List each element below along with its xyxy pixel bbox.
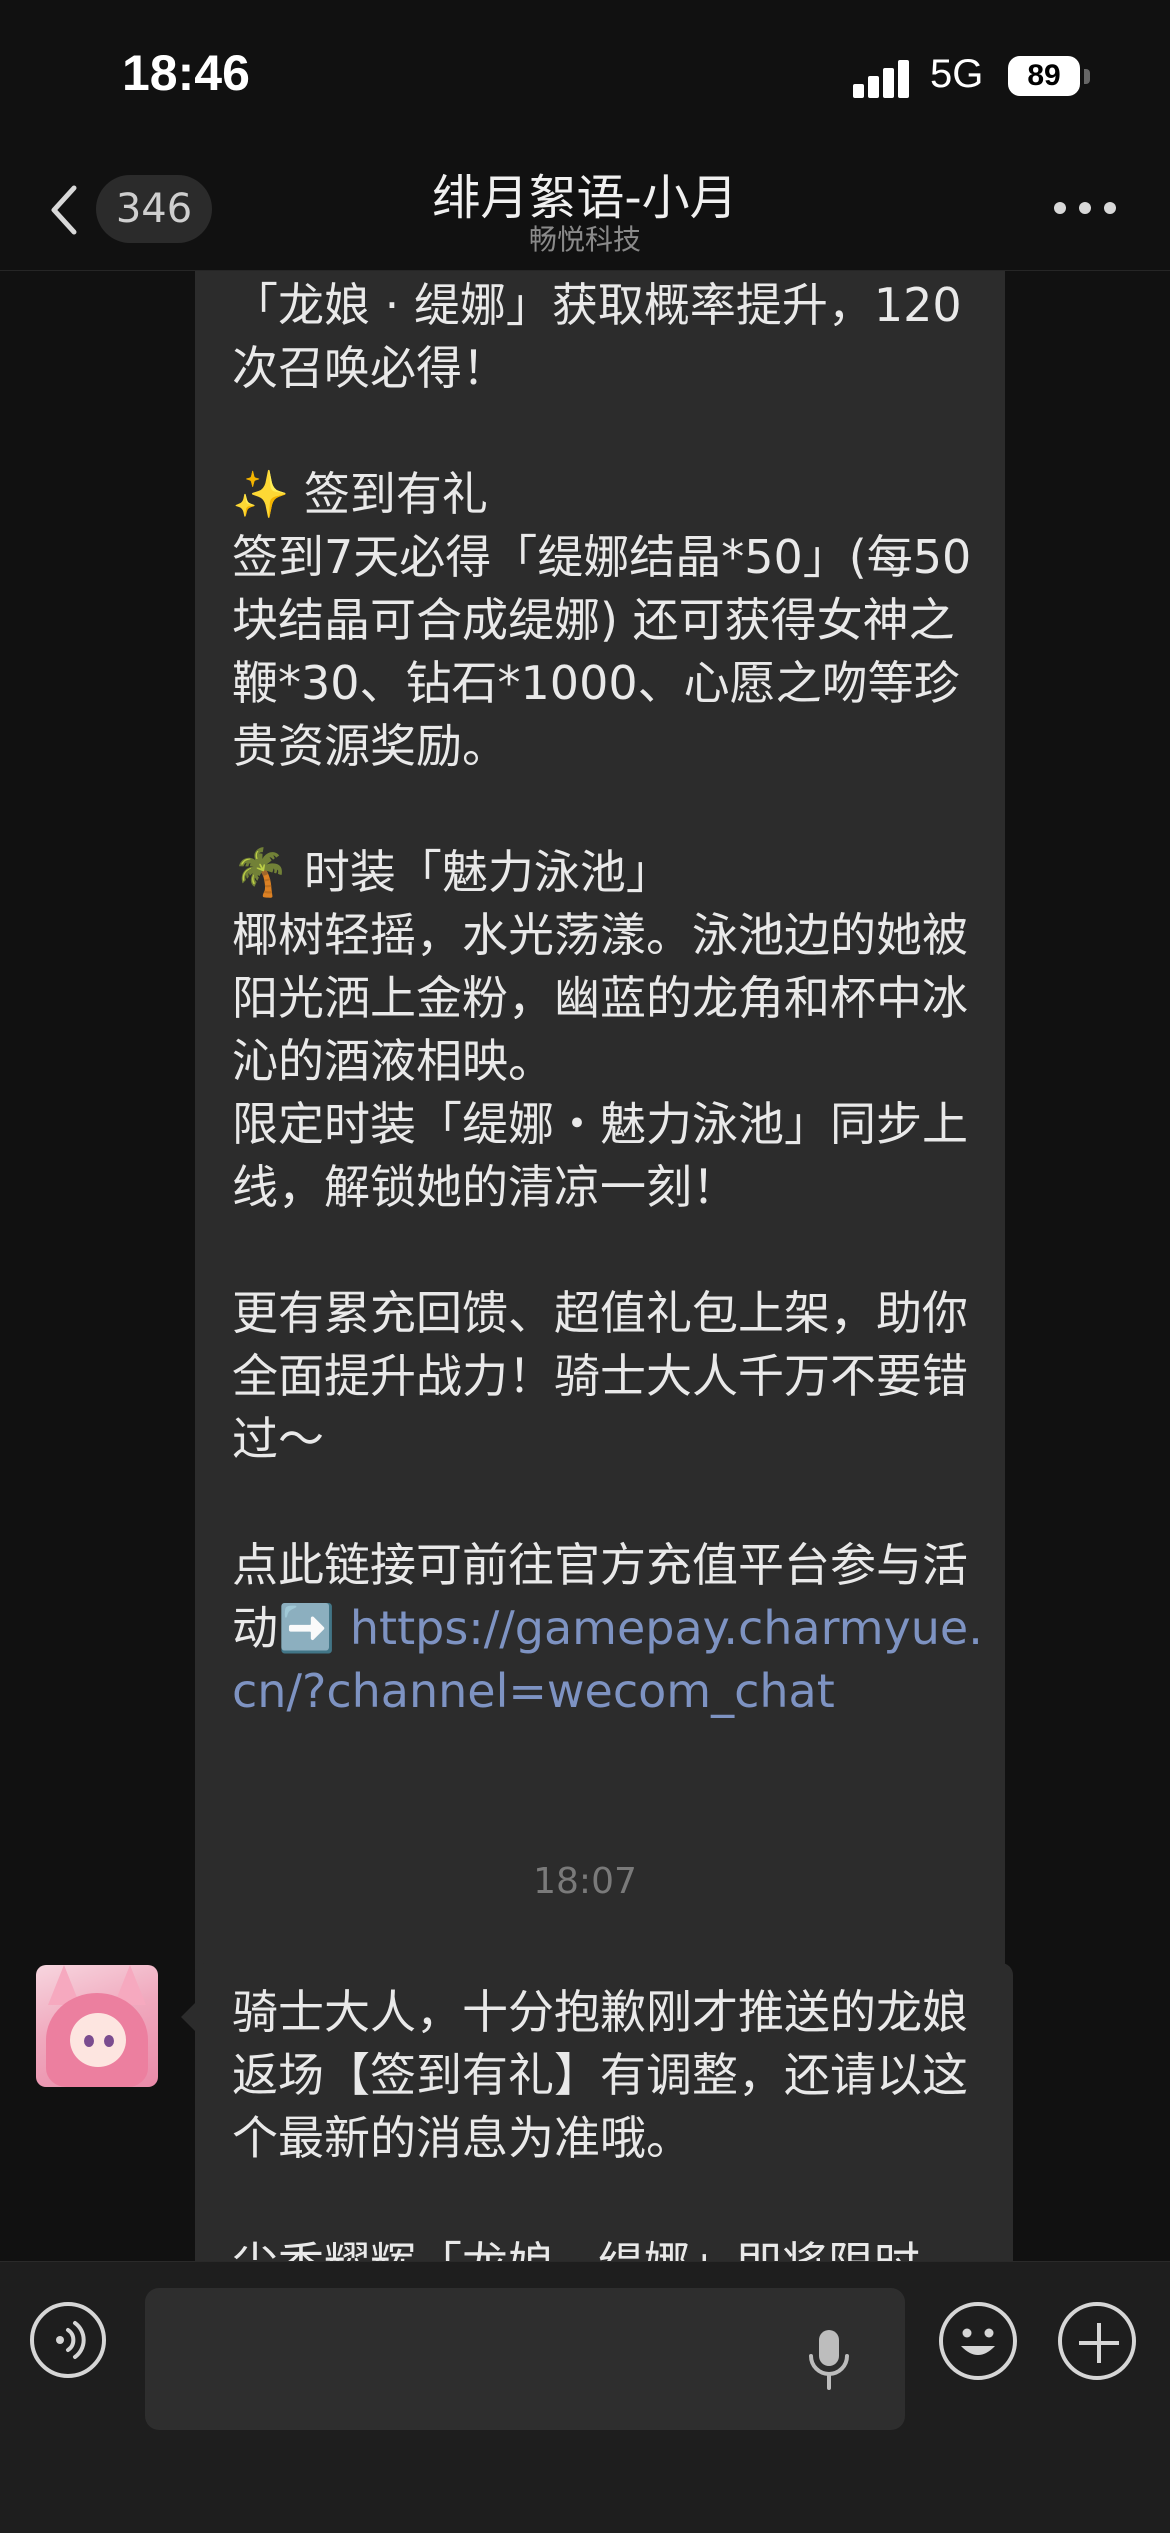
network-type: 5G	[930, 52, 984, 96]
more-dots-icon[interactable]	[1054, 200, 1116, 216]
emoji-icon[interactable]	[939, 2302, 1017, 2380]
input-bar	[0, 2261, 1170, 2533]
plus-icon[interactable]	[1058, 2302, 1136, 2380]
chat-subtitle: 畅悦科技	[528, 223, 641, 256]
chat-header: 346 绯月絮语-小月 畅悦科技	[0, 150, 1170, 271]
message-timestamp: 18:07	[533, 1861, 637, 1902]
voice-icon[interactable]	[30, 2302, 106, 2378]
signal-icon	[853, 58, 913, 98]
chat-scroll-area[interactable]: ✨ 仙灵召唤 「龙娘 · 缇娜」获取概率提升，120次召唤必得！ ✨ 签到有礼 …	[0, 271, 1170, 2261]
battery-icon: 89	[1008, 56, 1090, 98]
message-text: ✨ 仙灵召唤 「龙娘 · 缇娜」获取概率提升，120次召唤必得！ ✨ 签到有礼 …	[232, 271, 985, 1723]
message-bubble[interactable]: ✨ 仙灵召唤 「龙娘 · 缇娜」获取概率提升，120次召唤必得！ ✨ 签到有礼 …	[195, 271, 1005, 2051]
message-text: 骑士大人，十分抱歉刚才推送的龙娘返场【签到有礼】有调整，还请以这个最新的消息为准…	[232, 1985, 968, 2261]
message-input[interactable]	[145, 2288, 905, 2430]
battery-level: 89	[1008, 56, 1080, 96]
message-bubble[interactable]: 骑士大人，十分抱歉刚才推送的龙娘返场【签到有礼】有调整，还请以这个最新的消息为准…	[181, 1963, 1013, 2261]
avatar[interactable]	[36, 1965, 158, 2087]
status-bar: 18:46 5G 89	[0, 0, 1170, 150]
microphone-icon[interactable]	[805, 2326, 853, 2396]
status-time: 18:46	[122, 45, 250, 101]
message-body: ✨ 仙灵召唤 「龙娘 · 缇娜」获取概率提升，120次召唤必得！ ✨ 签到有礼 …	[232, 278, 972, 1655]
